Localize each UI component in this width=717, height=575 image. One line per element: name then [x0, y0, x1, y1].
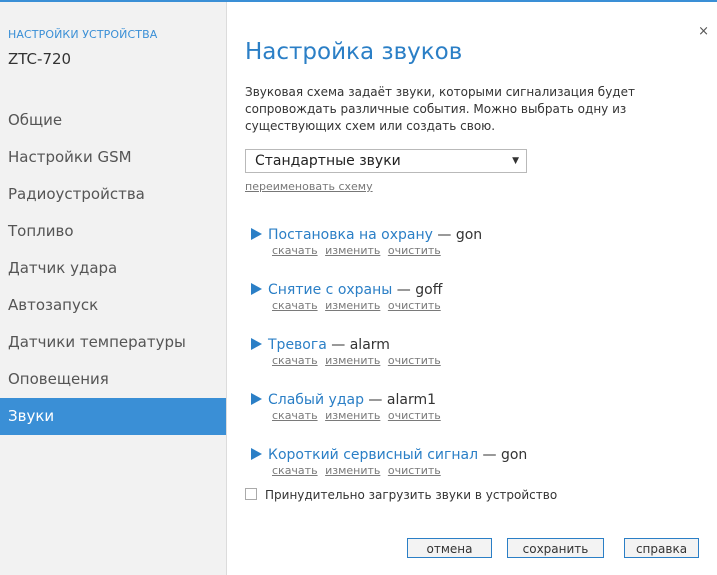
dialog-buttons: отмена сохранить справка: [227, 538, 717, 560]
event-separator: —: [392, 282, 416, 298]
clear-link[interactable]: очистить: [388, 409, 441, 422]
edit-link[interactable]: изменить: [325, 244, 380, 257]
event-name[interactable]: Слабый удар: [268, 392, 364, 408]
close-icon[interactable]: ×: [698, 24, 709, 39]
event-sound-name: alarm1: [386, 392, 436, 408]
sidebar-item-temperature-sensors[interactable]: Датчики температуры: [0, 324, 226, 361]
download-link[interactable]: скачать: [272, 409, 318, 422]
download-link[interactable]: скачать: [272, 299, 318, 312]
event-name[interactable]: Короткий сервисный сигнал: [268, 447, 478, 463]
sidebar-nav: Общие Настройки GSM Радиоустройства Топл…: [0, 102, 226, 435]
clear-link[interactable]: очистить: [388, 354, 441, 367]
play-icon[interactable]: [251, 448, 262, 460]
clear-link[interactable]: очистить: [388, 299, 441, 312]
cancel-button[interactable]: отмена: [407, 538, 492, 558]
edit-link[interactable]: изменить: [325, 464, 380, 477]
event-sound-name: gon: [500, 447, 528, 463]
play-icon[interactable]: [251, 228, 262, 240]
sidebar-item-fuel[interactable]: Топливо: [0, 213, 226, 250]
force-upload-label[interactable]: Принудительно загрузить звуки в устройст…: [265, 488, 557, 502]
download-link[interactable]: скачать: [272, 464, 318, 477]
edit-link[interactable]: изменить: [325, 299, 380, 312]
sound-event-disarm: Снятие с охраны — goff скачать изменить …: [251, 281, 691, 336]
sidebar-item-general[interactable]: Общие: [0, 102, 226, 139]
event-separator: —: [478, 447, 501, 463]
download-link[interactable]: скачать: [272, 244, 318, 257]
event-name[interactable]: Постановка на охрану: [268, 227, 433, 243]
settings-sidebar: НАСТРОЙКИ УСТРОЙСТВА ZTC-720 Общие Настр…: [0, 2, 227, 575]
sidebar-item-radio-devices[interactable]: Радиоустройства: [0, 176, 226, 213]
edit-link[interactable]: изменить: [325, 409, 380, 422]
chevron-down-icon: ▼: [512, 156, 519, 166]
clear-link[interactable]: очистить: [388, 464, 441, 477]
event-name[interactable]: Тревога: [268, 337, 327, 353]
event-separator: —: [363, 392, 387, 408]
event-name[interactable]: Снятие с охраны: [268, 282, 392, 298]
sound-event-alarm: Тревога — alarm скачать изменить очистит…: [251, 336, 691, 391]
sidebar-item-notifications[interactable]: Оповещения: [0, 361, 226, 398]
force-upload-checkbox[interactable]: [245, 488, 257, 500]
page-title: Настройка звуков: [245, 39, 463, 65]
play-icon[interactable]: [251, 338, 262, 350]
sidebar-item-autostart[interactable]: Автозапуск: [0, 287, 226, 324]
save-button[interactable]: сохранить: [507, 538, 604, 558]
sound-scheme-select[interactable]: Стандартные звуки ▼: [245, 149, 527, 173]
page-description: Звуковая схема задаёт звуки, которыми си…: [245, 85, 635, 133]
event-sound-name: alarm: [349, 337, 390, 353]
sound-scheme-value: Стандартные звуки: [255, 153, 401, 169]
event-sound-name: goff: [415, 282, 443, 298]
sidebar-item-gsm[interactable]: Настройки GSM: [0, 139, 226, 176]
download-link[interactable]: скачать: [272, 354, 318, 367]
edit-link[interactable]: изменить: [325, 354, 380, 367]
sidebar-item-shock-sensor[interactable]: Датчик удара: [0, 250, 226, 287]
play-icon[interactable]: [251, 283, 262, 295]
play-icon[interactable]: [251, 393, 262, 405]
event-separator: —: [326, 337, 350, 353]
sidebar-item-sounds[interactable]: Звуки: [0, 398, 226, 435]
event-separator: —: [432, 227, 456, 243]
device-settings-title: НАСТРОЙКИ УСТРОЙСТВА: [8, 28, 158, 41]
force-upload-row: Принудительно загрузить звуки в устройст…: [245, 488, 557, 502]
device-model: ZTC-720: [8, 50, 72, 68]
help-button[interactable]: справка: [624, 538, 699, 558]
sound-event-arm: Постановка на охрану — gon скачать измен…: [251, 226, 691, 281]
sound-settings-panel: × Настройка звуков Звуковая схема задаёт…: [227, 2, 717, 575]
event-sound-name: gon: [455, 227, 483, 243]
sound-events-list: Постановка на охрану — gon скачать измен…: [251, 226, 691, 501]
sound-event-weak-shock: Слабый удар — alarm1 скачать изменить оч…: [251, 391, 691, 446]
clear-link[interactable]: очистить: [388, 244, 441, 257]
rename-scheme-link[interactable]: переименовать схему: [245, 180, 373, 193]
